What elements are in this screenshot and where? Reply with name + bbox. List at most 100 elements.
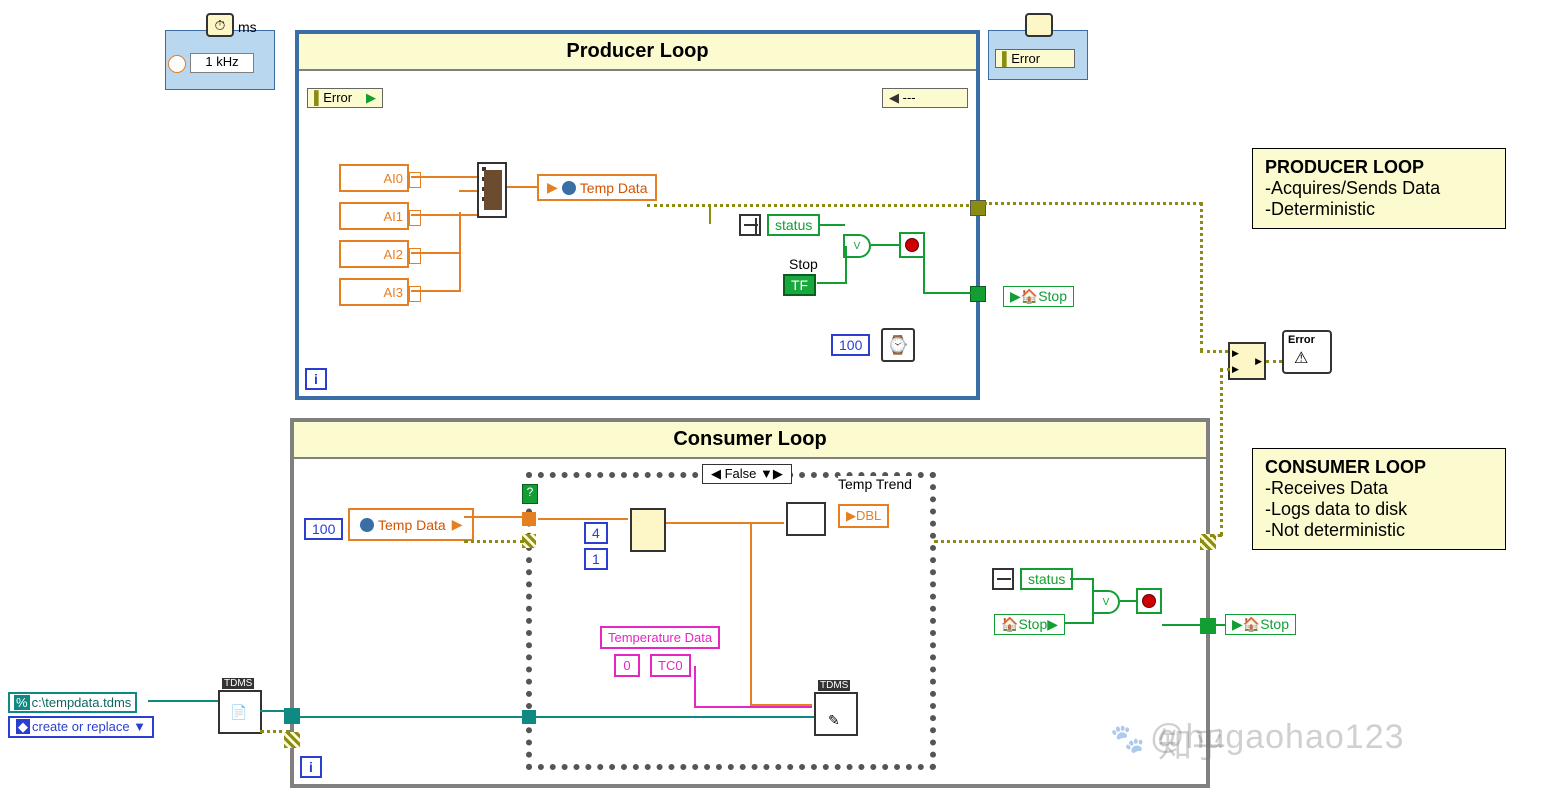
producer-stop-terminal[interactable]	[899, 232, 925, 258]
producer-wait-constant[interactable]: 100	[831, 334, 870, 356]
case-selector-terminal: ?	[522, 484, 538, 504]
wire	[1120, 600, 1138, 602]
error-wire	[260, 730, 290, 733]
clock-right-icon	[1025, 13, 1053, 37]
producer-loop-frame: Producer Loop ▌Error▶ ◀ --- AI0 AI1 AI2 …	[295, 30, 980, 400]
consumer-status-label: status	[1020, 568, 1073, 590]
tdms-write-node[interactable]: TDMS ✎	[814, 692, 858, 736]
build-array-node[interactable]	[477, 162, 507, 218]
error-wire-ext	[1266, 360, 1282, 363]
wire	[694, 666, 696, 708]
error-wire-ext	[1200, 202, 1203, 352]
producer-stop-global[interactable]: ▶🏠Stop	[1003, 286, 1074, 307]
wire	[1162, 624, 1206, 626]
consumer-iteration-terminal: i	[300, 756, 322, 778]
error-wire-ext	[1220, 368, 1223, 536]
timed-loop-left-panel: ⏱ ms 1 kHz	[165, 30, 275, 90]
wire	[411, 252, 461, 254]
graph-terminal[interactable]	[786, 502, 826, 536]
consumer-note-line1: -Receives Data	[1265, 478, 1493, 499]
producer-note-title: PRODUCER LOOP	[1265, 157, 1493, 178]
right-error-terminal[interactable]: ▌Error	[995, 49, 1075, 68]
consumer-bool-tunnel	[1200, 618, 1216, 634]
producer-unbundle-status[interactable]	[739, 214, 761, 236]
consumer-note-title: CONSUMER LOOP	[1265, 457, 1493, 478]
wire	[459, 190, 477, 192]
wire	[819, 224, 845, 226]
consumer-stop-terminal[interactable]	[1136, 588, 1162, 614]
error-wire-ext	[1200, 350, 1228, 353]
period-value[interactable]: 1 kHz	[190, 53, 254, 73]
consumer-temp-data-var[interactable]: Temp Data▶	[348, 508, 474, 541]
consumer-index-const-2[interactable]: 1	[584, 548, 608, 570]
tdms-mode-ring[interactable]: ◆create or replace ▼	[8, 716, 154, 738]
consumer-or-gate[interactable]: V	[1092, 590, 1120, 614]
wait-ms-icon[interactable]: ⌚	[881, 328, 915, 362]
ai-channel-2[interactable]: AI2	[339, 240, 409, 268]
consumer-loop-frame: Consumer Loop 100 Temp Data▶ ◀ False ▼▶ …	[290, 418, 1210, 788]
wire	[925, 292, 975, 294]
consumer-index-const-1[interactable]: 4	[584, 522, 608, 544]
consumer-stop-local[interactable]: 🏠Stop▶	[994, 614, 1065, 635]
wire	[260, 710, 284, 712]
timer-source-icon	[168, 55, 186, 73]
timed-loop-right-panel: ▌Error	[988, 30, 1088, 80]
producer-status-label: status	[767, 214, 820, 236]
wire	[750, 522, 752, 704]
wire	[709, 204, 711, 224]
consumer-note: CONSUMER LOOP -Receives Data -Logs data …	[1252, 448, 1506, 550]
wire	[294, 716, 814, 718]
wire	[411, 214, 477, 216]
temperature-data-label[interactable]: Temperature Data	[600, 626, 720, 649]
watermark-logo: 🐾	[1110, 722, 1145, 755]
wire	[845, 246, 847, 284]
period-unit-label: ms	[238, 19, 257, 35]
index-array-node[interactable]	[630, 508, 666, 552]
error-wire-ext	[1220, 368, 1230, 371]
ai-channel-3[interactable]: AI3	[339, 278, 409, 306]
wire	[1210, 624, 1226, 626]
producer-note-line2: -Deterministic	[1265, 199, 1493, 220]
wire	[411, 290, 461, 292]
consumer-size-constant[interactable]: 100	[304, 518, 343, 540]
wire	[666, 522, 784, 524]
producer-iteration-terminal: i	[305, 368, 327, 390]
ai-channel-1[interactable]: AI1	[339, 202, 409, 230]
tdms-path-constant[interactable]: %c:\tempdata.tdms	[8, 692, 137, 713]
tdms-open-node[interactable]: TDMS 📄	[218, 690, 262, 734]
producer-bool-tunnel	[970, 286, 986, 302]
temperature-data-channel[interactable]: TC0	[650, 654, 691, 677]
case-selector[interactable]: ◀ False ▼▶	[702, 464, 792, 484]
producer-or-gate[interactable]: V	[843, 234, 871, 258]
temperature-data-index[interactable]: 0	[614, 654, 640, 677]
case-tunnel-data	[522, 512, 536, 526]
wire	[459, 212, 461, 292]
ai-channel-0[interactable]: AI0	[339, 164, 409, 192]
wire	[923, 244, 925, 294]
error-dialog-node[interactable]: Error ⚠	[1282, 330, 1332, 374]
wire	[1070, 578, 1094, 580]
consumer-note-line2: -Logs data to disk	[1265, 499, 1493, 520]
error-wire	[934, 540, 1204, 543]
producer-stop-boolean[interactable]: TF	[783, 274, 816, 296]
clock-icon: ⏱	[206, 13, 234, 37]
error-wire	[464, 540, 524, 543]
error-wire	[647, 204, 975, 207]
producer-temp-data-var[interactable]: ▶Temp Data	[537, 174, 657, 201]
wire	[871, 244, 899, 246]
merge-errors-node[interactable]: ▶ ▶ ▶	[1228, 342, 1266, 380]
producer-left-error-terminal[interactable]: ▌Error▶	[307, 88, 383, 108]
consumer-unbundle-status[interactable]	[992, 568, 1014, 590]
consumer-tdms-error-tunnel	[284, 732, 300, 748]
consumer-loop-title: Consumer Loop	[294, 422, 1206, 459]
producer-right-config-terminal[interactable]: ◀ ---	[882, 88, 968, 108]
wire	[148, 700, 218, 702]
consumer-stop-global[interactable]: ▶🏠Stop	[1225, 614, 1296, 635]
consumer-note-line3: -Not deterministic	[1265, 520, 1493, 541]
wire	[694, 706, 812, 708]
wire	[411, 176, 477, 178]
producer-note-line1: -Acquires/Sends Data	[1265, 178, 1493, 199]
producer-stop-caption: Stop	[789, 256, 818, 272]
producer-loop-title: Producer Loop	[299, 34, 976, 71]
wire	[1092, 578, 1094, 624]
